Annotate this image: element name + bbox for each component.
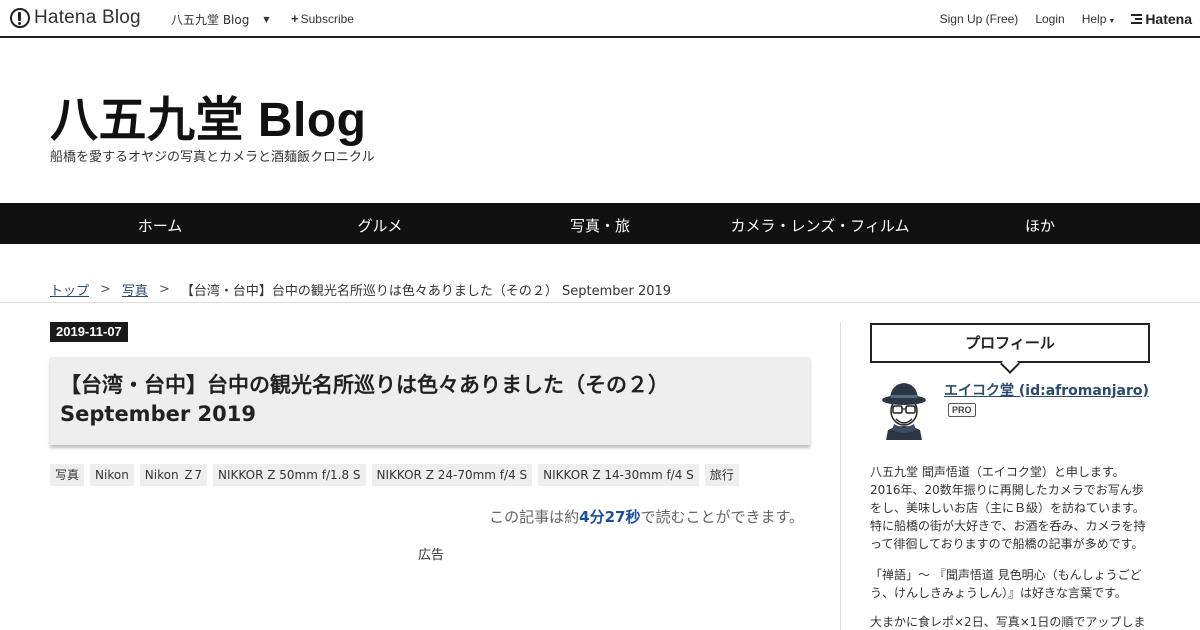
hatena-blog-logo-text: Hatena Blog bbox=[34, 7, 141, 28]
caret-down-icon: ▼ bbox=[263, 15, 270, 24]
caret-down-icon: ▼ bbox=[1108, 18, 1116, 25]
nav-item-photo-travel[interactable]: 写真・旅 bbox=[570, 215, 630, 236]
login-link[interactable]: Login bbox=[1035, 12, 1064, 26]
category-tag[interactable]: Nikon Ｚ7 bbox=[139, 464, 208, 486]
nav-item-gourmet[interactable]: グルメ bbox=[357, 215, 402, 236]
category-tag[interactable]: 写真 bbox=[50, 464, 85, 486]
profile-heading: プロフィール bbox=[870, 323, 1150, 374]
blog-description: 船橋を愛するオヤジの写真とカメラと酒麺飯クロニクル bbox=[50, 150, 375, 165]
hatena-blog-logo[interactable]: Hatena Blog bbox=[10, 7, 141, 29]
avatar-illustration-icon bbox=[882, 383, 926, 440]
entry-categories: 写真 Nikon Nikon Ｚ7 NIKKOR Z 50mm f/1.8 S … bbox=[50, 464, 745, 486]
column-divider bbox=[840, 322, 841, 630]
hatena-logo[interactable]: Hatena bbox=[1131, 11, 1192, 27]
signup-link[interactable]: Sign Up (Free) bbox=[940, 12, 1019, 26]
reading-time-value: 4分27秒 bbox=[579, 508, 641, 526]
category-tag[interactable]: NIKKOR Z 24-70mm f/4 S bbox=[371, 464, 533, 486]
profile-text-line: う、けんしきみょうしん）』は好きな言葉です。 bbox=[870, 586, 1127, 600]
profile-text-line: をし、美味しいお店（主にＢ級）を訪ねています。 bbox=[870, 501, 1145, 515]
top-right-links: Sign Up (Free) Login Help ▼ Hatena bbox=[923, 11, 1192, 27]
nav-item-other[interactable]: ほか bbox=[1025, 215, 1055, 236]
entry-title-box: 【台湾・台中】台中の観光名所巡りは色々ありました（その２） September … bbox=[50, 357, 810, 445]
reading-time-suffix: で読むことができます。 bbox=[640, 508, 804, 526]
help-menu[interactable]: Help ▼ bbox=[1082, 12, 1116, 26]
hatena-topbar: Hatena Blog 八五九堂 Blog ▼ + Subscribe Sign… bbox=[0, 0, 1200, 38]
ad-label: 広告 bbox=[418, 548, 445, 563]
blog-name-menu[interactable]: 八五九堂 Blog ▼ bbox=[171, 11, 270, 28]
reading-time: この記事は約4分27秒で読むことができます。 bbox=[489, 506, 804, 527]
profile-text-line: 八五九堂 聞声悟道（エイコク堂）と申します。 bbox=[870, 465, 1125, 479]
hatena-logo-text: Hatena bbox=[1145, 11, 1192, 27]
hatena-logo-icon bbox=[1131, 13, 1143, 25]
profile-text-line: 特に船橋の街が大好きで、お酒を呑み、カメラを持 bbox=[870, 519, 1146, 533]
reading-time-prefix: この記事は約 bbox=[489, 508, 580, 526]
global-nav: ホーム グルメ 写真・旅 カメラ・レンズ・フィルム ほか bbox=[0, 203, 1200, 244]
subscribe-button[interactable]: + Subscribe bbox=[291, 11, 354, 26]
profile-heading-label: プロフィール bbox=[965, 334, 1055, 352]
entry-date[interactable]: 2019-11-07 bbox=[50, 322, 128, 342]
category-tag[interactable]: 旅行 bbox=[704, 464, 739, 486]
category-tag[interactable]: NIKKOR Z 14-30mm f/4 S bbox=[538, 464, 699, 486]
profile-text-line: 「禅語」～ 『聞声悟道 見色明心（もんしょうごど bbox=[870, 568, 1142, 582]
divider bbox=[0, 302, 1200, 303]
entry-title[interactable]: 【台湾・台中】台中の観光名所巡りは色々ありました（その２） September … bbox=[60, 371, 800, 429]
avatar[interactable] bbox=[874, 378, 934, 440]
blog-name-label: 八五九堂 Blog bbox=[171, 13, 250, 27]
subscribe-label: Subscribe bbox=[300, 11, 354, 26]
profile-text-line: 2016年、20数年振りに再開したカメラでお写ん歩 bbox=[870, 483, 1144, 497]
speech-notch bbox=[1000, 354, 1020, 374]
profile-text-line: って徘徊しておりますので船橋の記事が多めです。 bbox=[870, 537, 1144, 551]
pro-badge: PRO bbox=[948, 403, 976, 417]
hatena-blog-logo-icon bbox=[10, 8, 30, 28]
entry-title-line1: 【台湾・台中】台中の観光名所巡りは色々ありました（その２） bbox=[60, 373, 669, 397]
breadcrumb: トップ > 写真 > 【台湾・台中】台中の観光名所巡りは色々ありました（その２）… bbox=[50, 280, 671, 299]
profile-paragraph-3: 大まかに食レポ×2日、写真×1日の順でアップしま bbox=[870, 613, 1152, 630]
category-tag[interactable]: Nikon bbox=[90, 464, 134, 486]
nav-item-home[interactable]: ホーム bbox=[138, 215, 183, 236]
blog-title[interactable]: 八五九堂 Blog bbox=[50, 80, 366, 150]
plus-icon: + bbox=[291, 11, 299, 26]
breadcrumb-current: 【台湾・台中】台中の観光名所巡りは色々ありました（その２） September … bbox=[180, 284, 672, 299]
nav-item-camera-lens-film[interactable]: カメラ・レンズ・フィルム bbox=[730, 215, 909, 236]
profile-name-link[interactable]: エイコク堂 (id:afromanjaro) bbox=[944, 380, 1149, 400]
profile-paragraph-2: 「禅語」～ 『聞声悟道 見色明心（もんしょうごど う、けんしきみょうしん）』は好… bbox=[870, 566, 1152, 602]
breadcrumb-category-link[interactable]: 写真 bbox=[122, 280, 148, 299]
help-label: Help bbox=[1081, 12, 1107, 26]
breadcrumb-separator: > bbox=[100, 282, 111, 297]
category-tag[interactable]: NIKKOR Z 50mm f/1.8 S bbox=[213, 464, 366, 486]
breadcrumb-separator: > bbox=[158, 282, 170, 297]
profile-paragraph-1: 八五九堂 聞声悟道（エイコク堂）と申します。 2016年、20数年振りに再開した… bbox=[870, 463, 1152, 553]
breadcrumb-top-link[interactable]: トップ bbox=[50, 280, 89, 299]
entry-title-line2: September 2019 bbox=[60, 402, 256, 426]
profile-text-line: 大まかに食レポ×2日、写真×1日の順でアップしま bbox=[870, 615, 1146, 629]
